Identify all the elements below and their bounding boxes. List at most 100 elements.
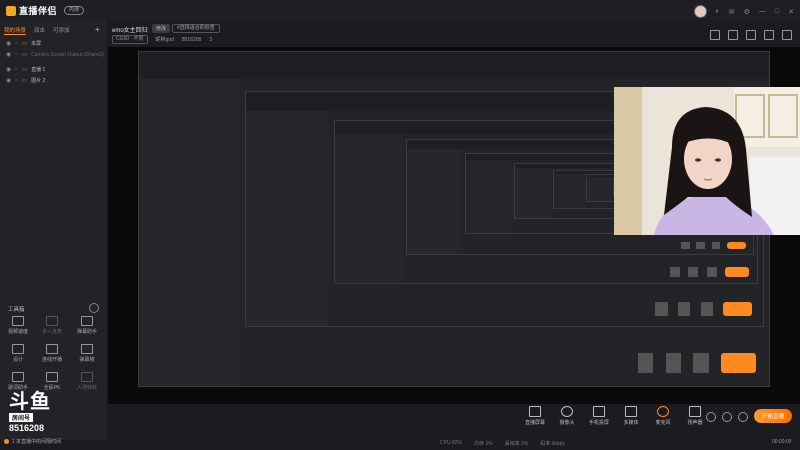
lock-icon[interactable]: ▫	[15, 52, 17, 58]
scene-tabs: 我的场景 双击 可添加	[4, 26, 70, 35]
lock-icon[interactable]: ▫	[15, 41, 17, 47]
tool-icon	[81, 316, 93, 326]
fullscreen-icon[interactable]	[782, 30, 792, 40]
source-icon: ▭	[21, 41, 28, 47]
close-icon[interactable]: ✕	[788, 8, 794, 16]
tool-label: 弹幕墙	[79, 357, 95, 363]
screen-icon	[529, 406, 541, 417]
tool-entrance-effect[interactable]: 入场特效	[72, 372, 102, 391]
cpu-stat: CPU 82%	[440, 440, 462, 446]
settings-icon[interactable]: ⚙	[744, 8, 750, 16]
minimize-icon[interactable]: —	[759, 8, 766, 15]
speaker-button[interactable]: 扬声器	[682, 406, 708, 426]
speaker-icon	[689, 406, 701, 417]
phone-cast-button[interactable]: 手机投屏	[586, 406, 612, 426]
tool-icon	[12, 344, 24, 354]
tool-video-speed[interactable]: 视频速度	[3, 316, 33, 335]
webcam-image	[614, 87, 800, 235]
maximize-icon[interactable]: □	[775, 8, 779, 15]
lock-icon[interactable]	[728, 30, 738, 40]
tool-icon	[81, 344, 93, 354]
tool-danmu-helper[interactable]: 弹幕助手	[72, 316, 102, 335]
source-icon: ▭	[21, 52, 28, 58]
tab-addable[interactable]: 可添加	[53, 26, 70, 35]
scene-item[interactable]: ◉ ▫ ▭ Camera Screen Output (ShareD)	[6, 51, 105, 59]
layout-icon[interactable]	[764, 30, 774, 40]
tool-link-live[interactable]: 连线开播	[37, 344, 67, 363]
scene-item[interactable]: ◉ ▫ ▭ 本屏	[6, 40, 41, 48]
record-control-icon[interactable]	[706, 412, 716, 422]
eye-control-icon[interactable]	[722, 412, 732, 422]
room-title: emo女主回归	[112, 28, 148, 34]
avatar[interactable]	[693, 5, 707, 18]
scene-name: 图片 2	[31, 78, 46, 84]
fans-count: 3	[209, 36, 213, 43]
toolbox-settings-icon[interactable]	[89, 303, 99, 313]
source-icon: ▭	[21, 67, 28, 73]
eye-icon[interactable]: ◉	[6, 77, 11, 84]
settings-control-icon[interactable]	[738, 412, 748, 422]
app-logo: 直播伴侣	[6, 4, 57, 17]
tool-label: 多媒体	[623, 420, 639, 426]
live-status: 1 本直播中的间隔时间	[4, 438, 61, 445]
tool-pk[interactable]: 全民PK	[37, 372, 67, 391]
image-icon: ▭	[21, 78, 28, 84]
scene-item[interactable]: ◉ ▫ ▭ 图片 2	[6, 77, 46, 85]
tool-label: 设计	[12, 357, 23, 363]
scene-name: Camera Screen Output (ShareD)	[31, 51, 105, 58]
eye-icon[interactable]: ◉	[6, 40, 11, 47]
tool-lyrics[interactable]: 歌词助手	[3, 372, 33, 391]
header-actions	[710, 30, 792, 40]
category-select[interactable]: #选择适合的标签	[172, 24, 220, 33]
douyu-wordmark: 斗鱼	[9, 391, 51, 413]
start-live-button[interactable]: 开始直播	[754, 409, 792, 423]
camera-icon	[561, 406, 573, 417]
tool-icon	[12, 372, 24, 382]
record-icon[interactable]	[746, 30, 756, 40]
logo-mark-icon	[6, 5, 16, 16]
screen-share-button[interactable]: 直播屏幕	[522, 406, 548, 426]
tool-label: 多人连麦	[41, 329, 62, 335]
room-number-label: 房间号	[9, 413, 34, 422]
tool-label: 歌词助手	[7, 385, 28, 391]
source-toolbar: 直播屏幕 摄像头 手机投屏 多媒体 麦克风 扬声器	[522, 406, 708, 426]
tool-label: 摄像头	[559, 420, 575, 426]
tool-danmu-wall[interactable]: 弹幕墙	[72, 344, 102, 363]
tool-icon	[81, 372, 93, 382]
tool-icon	[46, 316, 58, 326]
add-scene-icon[interactable]: +	[95, 25, 100, 34]
toolbox-title: 工具箱	[8, 307, 25, 313]
camera-button[interactable]: 摄像头	[554, 406, 580, 426]
tool-label: 直播屏幕	[524, 420, 545, 426]
status-dot-icon	[4, 439, 9, 444]
tool-label: 麦克风	[655, 420, 671, 426]
tool-design[interactable]: 设计	[3, 344, 33, 363]
message-icon[interactable]: ✉	[729, 8, 735, 16]
skin-icon[interactable]: ◐	[716, 8, 720, 15]
lock-icon[interactable]: ▫	[15, 78, 17, 84]
tab-my-scenes[interactable]: 我的场景	[4, 26, 27, 35]
share-icon[interactable]	[710, 30, 720, 40]
tool-label: 视频速度	[7, 329, 28, 335]
modify-title-button[interactable]: 修改	[152, 24, 171, 33]
tool-label: 全民PK	[43, 385, 61, 391]
lock-icon[interactable]: ▫	[15, 67, 17, 73]
webcam-overlay[interactable]	[614, 87, 800, 235]
eye-icon[interactable]: ◉	[6, 66, 11, 73]
quality-select[interactable]: CG60 · 不限	[112, 35, 148, 44]
scene-name: 直播 1	[31, 67, 46, 73]
tab-double[interactable]: 双击	[34, 26, 45, 35]
multimedia-button[interactable]: 多媒体	[618, 406, 644, 426]
eye-icon[interactable]: ◉	[6, 51, 11, 58]
microphone-button[interactable]: 麦克风	[650, 406, 676, 426]
mic-icon	[657, 406, 669, 417]
title-bar	[0, 0, 800, 20]
tool-multi-mic[interactable]: 多人连麦	[37, 316, 67, 335]
live-duration: 00:00:00	[772, 439, 792, 445]
window-controls: ◐ ✉ ⚙ — □ ✕	[693, 5, 794, 18]
scene-item[interactable]: ◉ ▫ ▭ 直播 1	[6, 66, 46, 74]
tool-label: 弹幕助手	[76, 329, 97, 335]
tool-label: 扬声器	[687, 420, 703, 426]
media-icon	[625, 406, 637, 417]
dropframe-stat: 丢帧率 0%	[504, 441, 529, 447]
